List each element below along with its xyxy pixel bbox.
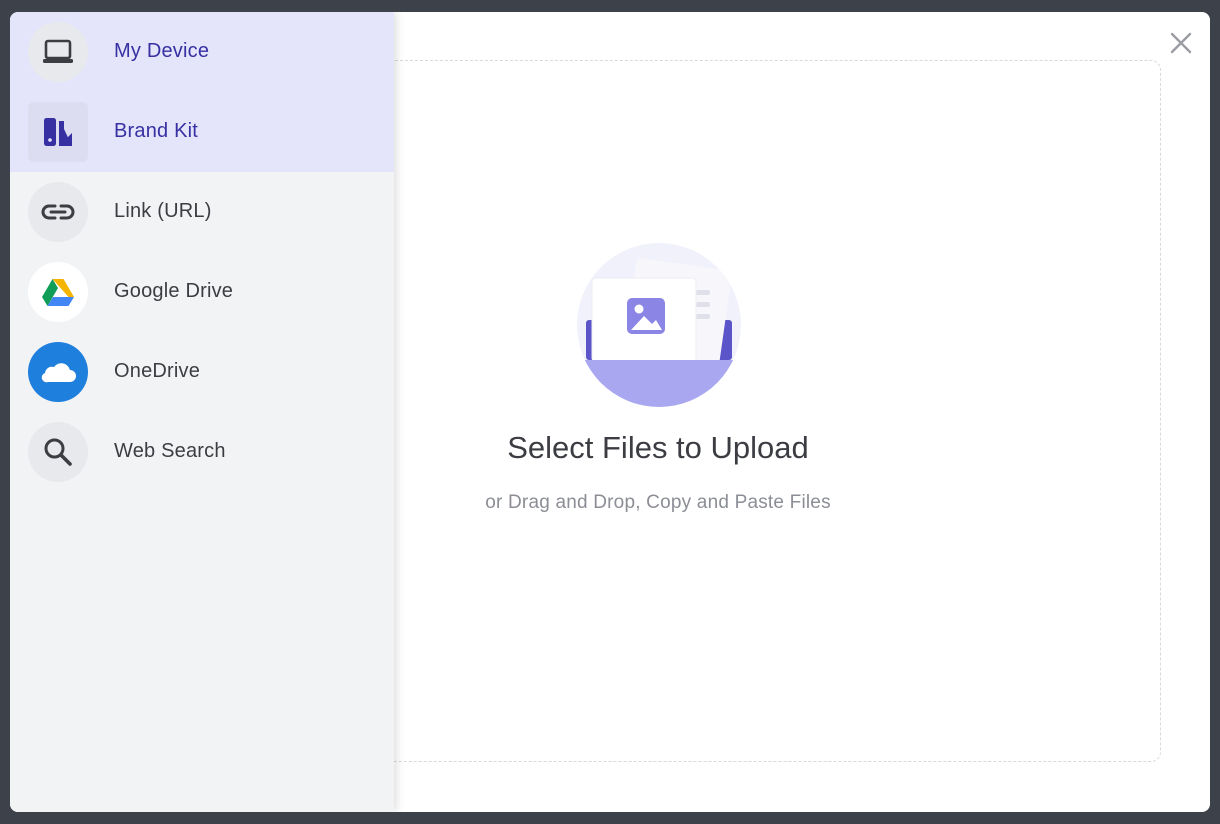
close-icon [1170,32,1192,54]
upload-illustration-icon [577,243,741,407]
sidebar-item-brand-kit[interactable]: Brand Kit [10,92,394,172]
sidebar-item-my-device[interactable]: My Device [10,12,394,92]
upload-subtitle: or Drag and Drop, Copy and Paste Files [485,492,831,513]
sidebar-item-onedrive[interactable]: OneDrive [10,332,394,412]
search-icon [44,438,72,466]
google-drive-icon [42,279,74,306]
onedrive-icon [41,363,76,383]
sidebar-item-label: My Device [114,40,210,62]
laptop-icon [43,39,73,63]
link-icon [41,204,75,220]
link-icon-wrap [28,182,88,242]
source-sidebar: My Device Brand Kit Link (URL) Google Dr… [10,12,394,812]
sidebar-item-web-search[interactable]: Web Search [10,412,394,492]
close-button[interactable] [1166,28,1196,58]
sidebar-item-label: OneDrive [114,360,201,382]
google-drive-icon-wrap [28,262,88,322]
sidebar-item-label: Brand Kit [114,120,199,142]
dropzone[interactable] [340,60,1161,762]
onedrive-icon-wrap [28,342,88,402]
brand-kit-icon-wrap [28,102,88,162]
upload-title: Select Files to Upload [507,430,809,465]
search-icon-wrap [28,422,88,482]
brand-kit-icon [44,118,72,146]
sidebar-item-label: Web Search [114,440,226,462]
sidebar-item-label: Google Drive [114,280,234,302]
sidebar-item-link-url[interactable]: Link (URL) [10,172,394,252]
sidebar-item-google-drive[interactable]: Google Drive [10,252,394,332]
my-device-icon-wrap [28,22,88,82]
sidebar-item-label: Link (URL) [114,200,212,222]
upload-modal: Select Files to Upload or Drag and Drop,… [10,12,1210,812]
